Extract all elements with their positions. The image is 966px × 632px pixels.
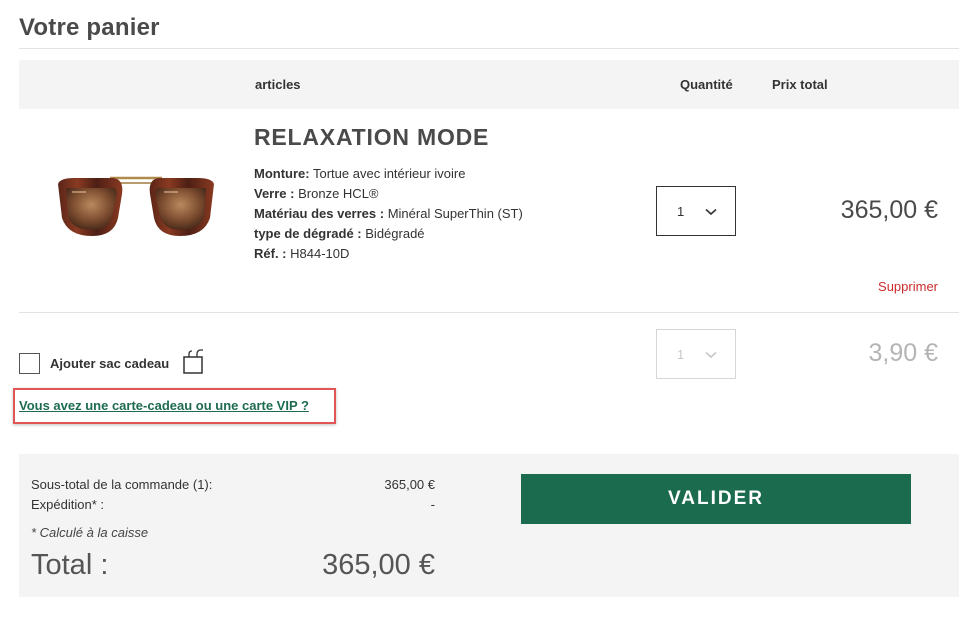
attribute-value: H844-10D <box>290 246 350 261</box>
attribute-row: type de dégradé : Bidégradé <box>254 224 523 244</box>
attribute-value: Bidégradé <box>365 226 425 241</box>
page-title: Votre panier <box>19 14 160 41</box>
shipping-value: - <box>430 497 435 512</box>
attribute-row: Verre : Bronze HCL® <box>254 184 523 204</box>
title-divider <box>19 48 959 49</box>
gift-bag-quantity-value: 1 <box>677 347 685 362</box>
gift-card-link[interactable]: Vous avez une carte-cadeau ou une carte … <box>19 398 309 413</box>
attribute-row: Réf. : H844-10D <box>254 244 523 264</box>
chevron-down-icon <box>705 208 717 216</box>
delete-item-link[interactable]: Supprimer <box>878 279 938 294</box>
attribute-label: Verre : <box>254 186 295 201</box>
product-name[interactable]: RELAXATION MODE <box>254 124 489 151</box>
gift-bag-label: Ajouter sac cadeau <box>50 356 170 371</box>
attribute-value: Tortue avec intérieur ivoire <box>313 166 466 181</box>
item-total-price: 365,00 € <box>840 196 938 224</box>
attribute-label: Réf. : <box>254 246 287 261</box>
chevron-down-icon <box>705 351 717 359</box>
product-attributes: Monture: Tortue avec intérieur ivoire Ve… <box>254 164 523 264</box>
total-value: 365,00 € <box>322 549 435 581</box>
attribute-value: Minéral SuperThin (ST) <box>387 206 523 221</box>
attribute-label: Matériau des verres : <box>254 206 385 221</box>
subtotal-label: Sous-total de la commande (1): <box>31 477 213 492</box>
subtotal-value: 365,00 € <box>384 477 435 492</box>
gift-bag-icon <box>183 349 203 374</box>
gift-bag-checkbox[interactable] <box>19 353 40 374</box>
quantity-value: 1 <box>677 204 685 219</box>
sunglasses-image[interactable] <box>52 170 220 242</box>
attribute-value: Bronze HCL® <box>298 186 379 201</box>
header-articles: articles <box>255 77 301 92</box>
shipping-note: * Calculé à la caisse <box>31 525 149 540</box>
header-quantity: Quantité <box>680 77 733 92</box>
subtotal-row: Sous-total de la commande (1): 365,00 € <box>31 477 435 492</box>
attribute-row: Monture: Tortue avec intérieur ivoire <box>254 164 523 184</box>
validate-button[interactable]: VALIDER <box>521 474 911 524</box>
shipping-label: Expédition* : <box>31 497 104 512</box>
cart-table-header: articles Quantité Prix total <box>19 60 959 109</box>
gift-bag-price: 3,90 € <box>868 339 938 367</box>
gift-bag-quantity-select: 1 <box>656 329 736 379</box>
attribute-label: Monture: <box>254 166 310 181</box>
item-divider <box>19 312 959 313</box>
total-label: Total : <box>31 549 109 581</box>
attribute-row: Matériau des verres : Minéral SuperThin … <box>254 204 523 224</box>
attribute-label: type de dégradé : <box>254 226 362 241</box>
shipping-row: Expédition* : - <box>31 497 435 512</box>
header-total-price: Prix total <box>772 77 828 92</box>
quantity-select[interactable]: 1 <box>656 186 736 236</box>
